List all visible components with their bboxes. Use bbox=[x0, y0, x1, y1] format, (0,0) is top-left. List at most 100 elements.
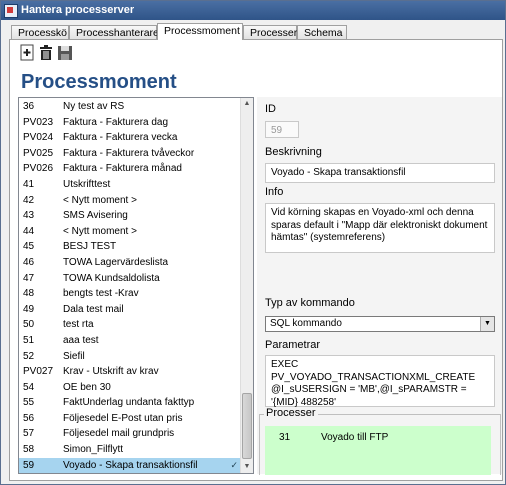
list-scrollbar[interactable]: ▲ ▼ bbox=[240, 98, 253, 473]
list-item[interactable]: PV025 Faktura - Fakturera tvåveckor bbox=[19, 146, 241, 162]
list-item[interactable]: 60 Voyado - FTP bbox=[19, 473, 241, 474]
list-item-name: Krav - Utskrift av krav bbox=[63, 366, 159, 378]
list-item[interactable]: 46 TOWA Lagervärdeslista bbox=[19, 255, 241, 271]
check-icon: ✓ bbox=[230, 459, 238, 470]
tab-processhanterare[interactable]: Processhanterare bbox=[69, 25, 159, 39]
list-item-code: 44 bbox=[23, 225, 35, 237]
list-item-name: SMS Avisering bbox=[63, 210, 128, 222]
command-type-label: Typ av kommando bbox=[265, 297, 355, 309]
processes-label: Processer bbox=[264, 407, 318, 419]
list-item[interactable]: 43 SMS Avisering bbox=[19, 208, 241, 224]
list-item[interactable]: 51 aaa test bbox=[19, 333, 241, 349]
list-item-code: PV023 bbox=[23, 116, 54, 128]
chevron-down-icon[interactable]: ▼ bbox=[480, 317, 494, 331]
list-item[interactable]: 42 < Nytt moment > bbox=[19, 193, 241, 209]
tab-processmoment[interactable]: Processmoment bbox=[157, 23, 243, 40]
list-item[interactable]: 47 TOWA Kundsaldolista bbox=[19, 271, 241, 287]
tab-processko[interactable]: Processkö bbox=[11, 25, 69, 39]
tab-schema[interactable]: Schema bbox=[297, 25, 347, 39]
tab-panel: Processmoment 36 Ny test av RS PV023 Faktur… bbox=[9, 39, 503, 481]
id-field: 59 bbox=[265, 121, 299, 138]
parameters-field[interactable]: EXEC PV_VOYADO_TRANSACTIONXML_CREATE @I_… bbox=[265, 355, 495, 408]
process-name: Voyado till FTP bbox=[321, 432, 389, 443]
delete-icon[interactable] bbox=[37, 44, 55, 62]
scroll-up-icon[interactable]: ▲ bbox=[241, 98, 253, 110]
list-item[interactable]: PV024 Faktura - Fakturera vecka bbox=[19, 130, 241, 146]
list-item[interactable]: 54 OE ben 30 bbox=[19, 380, 241, 396]
list-item[interactable]: 56 Följesedel E-Post utan pris bbox=[19, 411, 241, 427]
list-item-code: 42 bbox=[23, 194, 35, 206]
list-item[interactable]: 44 < Nytt moment > bbox=[19, 224, 241, 240]
list-item-name: Följesedel mail grundpris bbox=[63, 428, 175, 440]
process-id: 31 bbox=[279, 432, 291, 443]
list-item-code: 50 bbox=[23, 319, 35, 331]
list-item-name: Faktura - Fakturera tvåveckor bbox=[63, 147, 195, 159]
id-label: ID bbox=[265, 103, 276, 115]
list-item-name: Faktura - Fakturera dag bbox=[63, 116, 169, 128]
list-item-code: 45 bbox=[23, 241, 35, 253]
list-item[interactable]: PV023 Faktura - Fakturera dag bbox=[19, 115, 241, 131]
list-item-code: 43 bbox=[23, 210, 35, 222]
save-icon[interactable] bbox=[56, 44, 74, 62]
list-item[interactable]: PV026 Faktura - Fakturera månad bbox=[19, 161, 241, 177]
list-item[interactable]: 49 Dala test mail bbox=[19, 302, 241, 318]
list-item-name: < Nytt moment > bbox=[63, 194, 137, 206]
description-field[interactable]: Voyado - Skapa transaktionsfil bbox=[265, 163, 495, 183]
list-item-name: < Nytt moment > bbox=[63, 225, 137, 237]
list-item-name: Följesedel E-Post utan pris bbox=[63, 412, 183, 424]
info-field[interactable]: Vid körning skapas en Voyado-xml och den… bbox=[265, 203, 495, 253]
list-item-code: PV025 bbox=[23, 147, 54, 159]
list-item-name: Voyado - FTP bbox=[63, 473, 124, 474]
scroll-thumb[interactable] bbox=[242, 393, 252, 459]
list-item-code: 36 bbox=[23, 101, 35, 112]
list-item-code: 41 bbox=[23, 178, 35, 190]
list-item-code: 47 bbox=[23, 272, 35, 284]
list-item-name: OE ben 30 bbox=[63, 381, 111, 393]
list-item-code: 51 bbox=[23, 334, 35, 346]
processes-group: Processer 31 Voyado till FTP bbox=[259, 407, 501, 475]
list-item-code: PV027 bbox=[23, 366, 54, 378]
list-item-name: BESJ TEST bbox=[63, 241, 117, 253]
add-icon[interactable] bbox=[18, 44, 36, 62]
list-item[interactable]: 52 Siefil bbox=[19, 349, 241, 365]
list-item-name: TOWA Lagervärdeslista bbox=[63, 256, 169, 268]
list-item-code: 60 bbox=[23, 473, 34, 474]
list-item[interactable]: PV027 Krav - Utskrift av krav bbox=[19, 364, 241, 380]
list-item-code: 55 bbox=[23, 397, 35, 409]
processes-list[interactable]: 31 Voyado till FTP bbox=[265, 426, 491, 475]
list-item-name: Simon_Filflytt bbox=[63, 444, 124, 456]
list-item[interactable]: 55 FaktUnderlag undanta fakttyp bbox=[19, 395, 241, 411]
list-item-name: Utskrifttest bbox=[63, 178, 111, 190]
list-item-code: 48 bbox=[23, 288, 35, 300]
command-type-value: SQL kommando bbox=[270, 318, 342, 329]
command-type-select[interactable]: SQL kommando ▼ bbox=[265, 316, 495, 332]
list-item-code: PV024 bbox=[23, 132, 54, 144]
list-item[interactable]: 58 Simon_Filflytt bbox=[19, 442, 241, 458]
list-item[interactable]: 36 Ny test av RS bbox=[19, 99, 241, 115]
description-label: Beskrivning bbox=[265, 146, 322, 158]
page-title: Processmoment bbox=[21, 71, 177, 93]
list-item-code: 46 bbox=[23, 256, 35, 268]
list-item-name: Ny test av RS bbox=[63, 101, 125, 112]
list-item-code: 56 bbox=[23, 412, 35, 424]
list-item-name: Dala test mail bbox=[63, 303, 124, 315]
list-item[interactable]: 45 BESJ TEST bbox=[19, 239, 241, 255]
parameters-label: Parametrar bbox=[265, 339, 321, 351]
list-item[interactable]: 48 bengts test -Krav bbox=[19, 286, 241, 302]
process-step-list[interactable]: 36 Ny test av RS PV023 Faktura - Fakturera … bbox=[18, 97, 254, 474]
list-item-name: Siefil bbox=[63, 350, 85, 362]
list-item[interactable]: 50 test rta bbox=[19, 317, 241, 333]
list-item-code: 58 bbox=[23, 444, 35, 456]
list-item-name: Faktura - Fakturera månad bbox=[63, 163, 182, 175]
tab-processer[interactable]: Processer bbox=[243, 25, 297, 39]
list-item[interactable]: 41 Utskrifttest bbox=[19, 177, 241, 193]
list-item-name: Faktura - Fakturera vecka bbox=[63, 132, 178, 144]
list-item-code: 57 bbox=[23, 428, 35, 440]
list-item[interactable]: 59 Voyado - Skapa transaktionsfil ✓ bbox=[19, 457, 241, 473]
app-icon bbox=[4, 4, 18, 18]
detail-panel: ID 59 Beskrivning Voyado - Skapa transak… bbox=[257, 97, 502, 475]
scroll-down-icon[interactable]: ▼ bbox=[241, 461, 253, 473]
list-item[interactable]: 57 Följesedel mail grundpris bbox=[19, 426, 241, 442]
list-item-code: 54 bbox=[23, 381, 35, 393]
list-item-name: bengts test -Krav bbox=[63, 288, 139, 300]
